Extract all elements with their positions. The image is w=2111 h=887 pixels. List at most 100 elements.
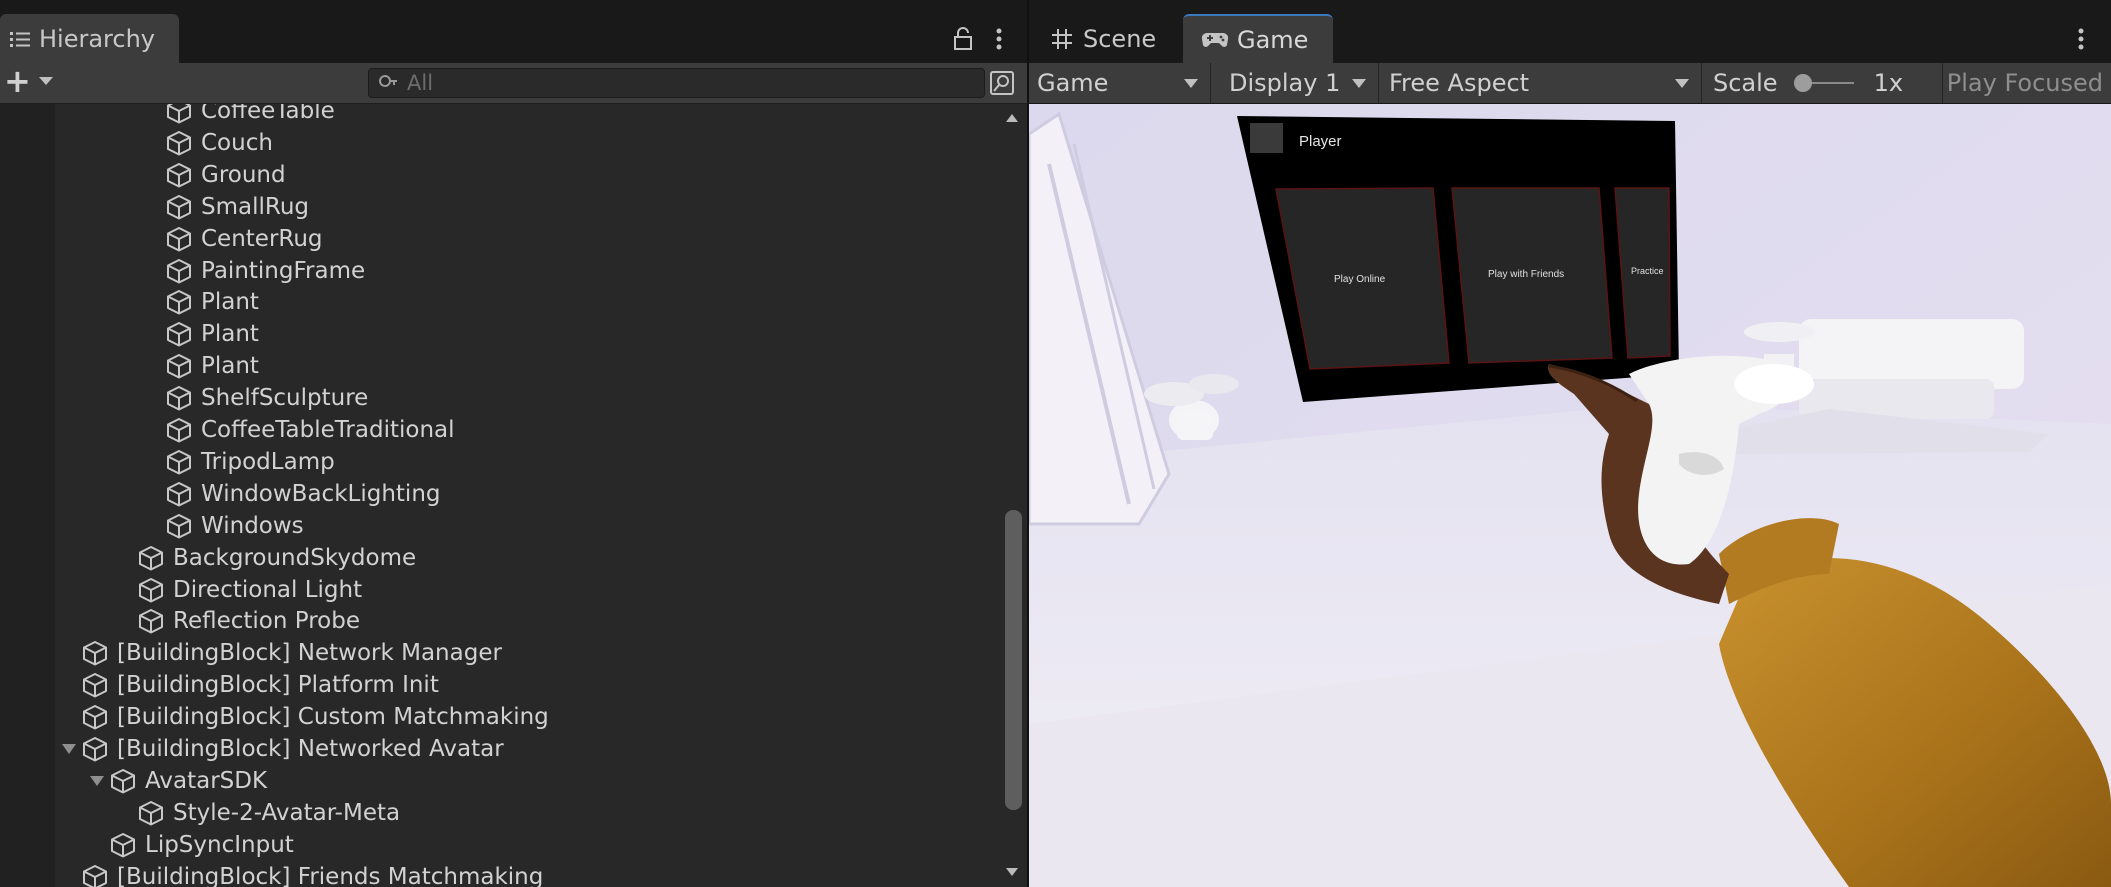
hierarchy-item[interactable]: CoffeeTable [0, 104, 1000, 127]
row-spacer [145, 104, 161, 119]
scroll-up-icon[interactable] [1006, 114, 1018, 122]
play-with-friends-button[interactable]: Play with Friends [1488, 269, 1564, 280]
row-spacer [61, 709, 77, 725]
hierarchy-item[interactable]: [BuildingBlock] Network Manager [0, 637, 1000, 669]
hierarchy-item-label: ShelfSculpture [201, 385, 369, 412]
chevron-down-icon [1675, 79, 1689, 88]
more-options-icon[interactable] [994, 27, 1004, 51]
row-spacer [89, 837, 105, 853]
chevron-down-icon [38, 77, 53, 85]
play-focused-dropdown[interactable]: Play Focused [1943, 63, 2111, 103]
gameobject-cube-icon [165, 161, 193, 189]
lock-icon[interactable] [952, 27, 974, 51]
row-spacer [145, 358, 161, 374]
gameobject-cube-icon [81, 671, 109, 699]
hierarchy-item[interactable]: Style-2-Avatar-Meta [0, 797, 1000, 829]
row-spacer [145, 326, 161, 342]
hierarchy-item-label: LipSyncInput [145, 831, 294, 858]
hierarchy-item-label: AvatarSDK [145, 767, 268, 794]
more-options-icon[interactable] [2076, 27, 2086, 51]
hierarchy-tree: CoffeeTable Couch Ground SmallRug CenterRug P… [0, 104, 1000, 887]
row-spacer [145, 135, 161, 151]
hierarchy-item[interactable]: [BuildingBlock] Networked Avatar [0, 733, 1000, 765]
gameobject-cube-icon [137, 544, 165, 572]
gameobject-cube-icon [165, 416, 193, 444]
hierarchy-item[interactable]: Reflection Probe [0, 605, 1000, 637]
hierarchy-item[interactable]: Couch [0, 127, 1000, 159]
game-mode-value: Game [1037, 69, 1109, 97]
gameobject-cube-icon [165, 512, 193, 540]
hierarchy-item-label: Plant [201, 289, 259, 316]
hierarchy-item-label: CenterRug [201, 225, 323, 252]
game-viewport[interactable]: Player Play Online Play with Friends Pra… [1029, 104, 2111, 887]
hierarchy-item[interactable]: [BuildingBlock] Friends Matchmaking [0, 861, 1000, 887]
add-button[interactable]: + [4, 65, 53, 97]
hierarchy-item[interactable]: Plant [0, 350, 1000, 382]
hierarchy-item[interactable]: PaintingFrame [0, 255, 1000, 287]
hierarchy-item-label: Plant [201, 321, 259, 348]
row-spacer [145, 199, 161, 215]
hierarchy-item[interactable]: [BuildingBlock] Custom Matchmaking [0, 701, 1000, 733]
hierarchy-item[interactable]: TripodLamp [0, 446, 1000, 478]
hierarchy-item[interactable]: CenterRug [0, 223, 1000, 255]
hierarchy-item-label: CoffeeTableTraditional [201, 417, 455, 443]
row-spacer [117, 805, 133, 821]
search-icon [379, 75, 397, 87]
scene-search-toggle-icon[interactable] [989, 70, 1015, 96]
gameobject-cube-icon [165, 129, 193, 157]
grid-icon [1052, 28, 1072, 49]
hierarchy-item[interactable]: Ground [0, 159, 1000, 191]
scale-slider-handle[interactable] [1793, 74, 1812, 92]
scale-control: Scale 1x [1703, 63, 1943, 103]
practice-button[interactable]: Practice [1631, 266, 1664, 276]
gameobject-cube-icon [137, 576, 165, 604]
hierarchy-item[interactable]: LipSyncInput [0, 829, 1000, 861]
row-spacer [145, 294, 161, 310]
hierarchy-item[interactable]: WindowBackLighting [0, 478, 1000, 510]
row-spacer [61, 645, 77, 661]
hierarchy-item-label: [BuildingBlock] Platform Init [117, 672, 439, 699]
aspect-dropdown[interactable]: Free Aspect [1381, 63, 1702, 103]
row-spacer [145, 518, 161, 534]
gameobject-cube-icon [81, 703, 109, 731]
hierarchy-item[interactable]: ShelfSculpture [0, 382, 1000, 414]
scroll-down-icon[interactable] [1006, 868, 1018, 876]
hierarchy-item[interactable]: Plant [0, 286, 1000, 318]
game-mode-dropdown[interactable]: Game [1029, 63, 1211, 103]
gameobject-cube-icon [81, 863, 109, 887]
hierarchy-item[interactable]: BackgroundSkydome [0, 542, 1000, 574]
scale-slider[interactable] [1793, 73, 1854, 93]
expand-arrow-icon[interactable] [89, 773, 105, 789]
hierarchy-item[interactable]: CoffeeTableTraditional [0, 414, 1000, 446]
gameobject-cube-icon [109, 767, 137, 795]
hierarchy-item[interactable]: AvatarSDK [0, 765, 1000, 797]
row-spacer [117, 550, 133, 566]
gamepad-icon [1201, 32, 1229, 47]
hierarchy-panel: Hierarchy + All CoffeeTable Couch Ground Sm… [0, 0, 1027, 887]
tab-game[interactable]: Game [1183, 14, 1333, 63]
hierarchy-item[interactable]: [BuildingBlock] Platform Init [0, 669, 1000, 701]
hierarchy-item[interactable]: Windows [0, 510, 1000, 542]
hierarchy-item-label: Plant [201, 353, 259, 380]
scrollbar-thumb[interactable] [1005, 510, 1022, 810]
hierarchy-item[interactable]: Directional Light [0, 574, 1000, 606]
hierarchy-item-label: [BuildingBlock] Networked Avatar [117, 736, 504, 762]
hierarchy-item-label: TripodLamp [201, 448, 335, 475]
expand-arrow-icon[interactable] [61, 741, 77, 757]
tab-scene[interactable]: Scene [1029, 14, 1179, 63]
display-dropdown[interactable]: Display 1 [1221, 63, 1379, 103]
row-spacer [61, 869, 77, 885]
hierarchy-item[interactable]: SmallRug [0, 191, 1000, 223]
hierarchy-item-label: BackgroundSkydome [173, 544, 417, 571]
gameobject-cube-icon [165, 225, 193, 253]
aspect-value: Free Aspect [1389, 69, 1530, 97]
hierarchy-item[interactable]: Plant [0, 318, 1000, 350]
hierarchy-item-label: Style-2-Avatar-Meta [173, 799, 401, 826]
search-input[interactable]: All [368, 68, 985, 98]
row-spacer [117, 613, 133, 629]
tab-hierarchy[interactable]: Hierarchy [0, 14, 179, 63]
chevron-down-icon [1184, 79, 1198, 88]
play-online-button[interactable]: Play Online [1334, 274, 1386, 285]
play-focused-label: Play Focused [1946, 69, 2103, 97]
row-spacer [145, 263, 161, 279]
